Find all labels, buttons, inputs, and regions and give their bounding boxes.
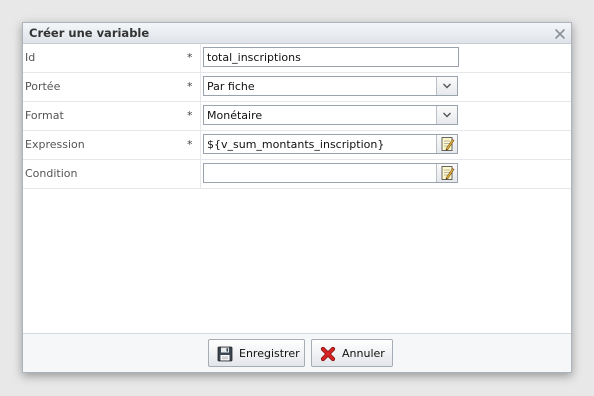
required-marker: * bbox=[187, 109, 193, 122]
portee-select-value: Par fiche bbox=[207, 80, 255, 93]
cancel-button-label: Annuler bbox=[342, 347, 385, 360]
portee-label: Portée bbox=[25, 80, 61, 93]
floppy-disk-icon bbox=[217, 346, 233, 362]
expression-input[interactable] bbox=[204, 135, 438, 153]
required-marker: * bbox=[187, 80, 193, 93]
form-row-id: Id * bbox=[23, 44, 571, 73]
expression-label: Expression bbox=[25, 138, 85, 151]
label-cell: Portée * bbox=[23, 73, 201, 101]
form-row-format: Format * Monétaire bbox=[23, 102, 571, 131]
condition-input[interactable] bbox=[204, 164, 438, 182]
label-cell: Condition bbox=[23, 160, 201, 188]
portee-select[interactable]: Par fiche bbox=[203, 76, 458, 96]
id-field-box bbox=[203, 47, 459, 67]
chevron-down-icon[interactable] bbox=[436, 106, 457, 124]
id-input[interactable] bbox=[204, 48, 458, 66]
condition-label: Condition bbox=[25, 167, 78, 180]
condition-field-box bbox=[203, 163, 458, 183]
dialog-footer: Enregistrer Annuler bbox=[23, 333, 571, 372]
dialog-title: Créer une variable bbox=[29, 26, 150, 40]
edit-notepad-icon[interactable] bbox=[436, 164, 457, 182]
edit-notepad-icon[interactable] bbox=[436, 135, 457, 153]
variable-form: Id * Portée * Par fiche bbox=[23, 44, 571, 189]
format-label: Format bbox=[25, 109, 64, 122]
label-cell: Format * bbox=[23, 102, 201, 130]
chevron-down-icon[interactable] bbox=[436, 77, 457, 95]
format-select-value: Monétaire bbox=[207, 109, 263, 122]
id-label: Id bbox=[25, 51, 36, 64]
dialog-titlebar[interactable]: Créer une variable bbox=[23, 23, 571, 44]
form-row-condition: Condition bbox=[23, 160, 571, 189]
form-row-expression: Expression * bbox=[23, 131, 571, 160]
cancel-button[interactable]: Annuler bbox=[311, 339, 393, 367]
form-row-portee: Portée * Par fiche bbox=[23, 73, 571, 102]
format-select[interactable]: Monétaire bbox=[203, 105, 458, 125]
save-button-label: Enregistrer bbox=[239, 347, 300, 360]
required-marker: * bbox=[187, 51, 193, 64]
close-icon[interactable] bbox=[553, 26, 567, 40]
create-variable-dialog: Créer une variable Id * Portée * Par fic… bbox=[22, 22, 572, 373]
expression-field-box bbox=[203, 134, 458, 154]
save-button[interactable]: Enregistrer bbox=[208, 339, 305, 367]
label-cell: Id * bbox=[23, 44, 201, 72]
red-x-icon bbox=[320, 346, 336, 362]
required-marker: * bbox=[187, 138, 193, 151]
label-cell: Expression * bbox=[23, 131, 201, 159]
